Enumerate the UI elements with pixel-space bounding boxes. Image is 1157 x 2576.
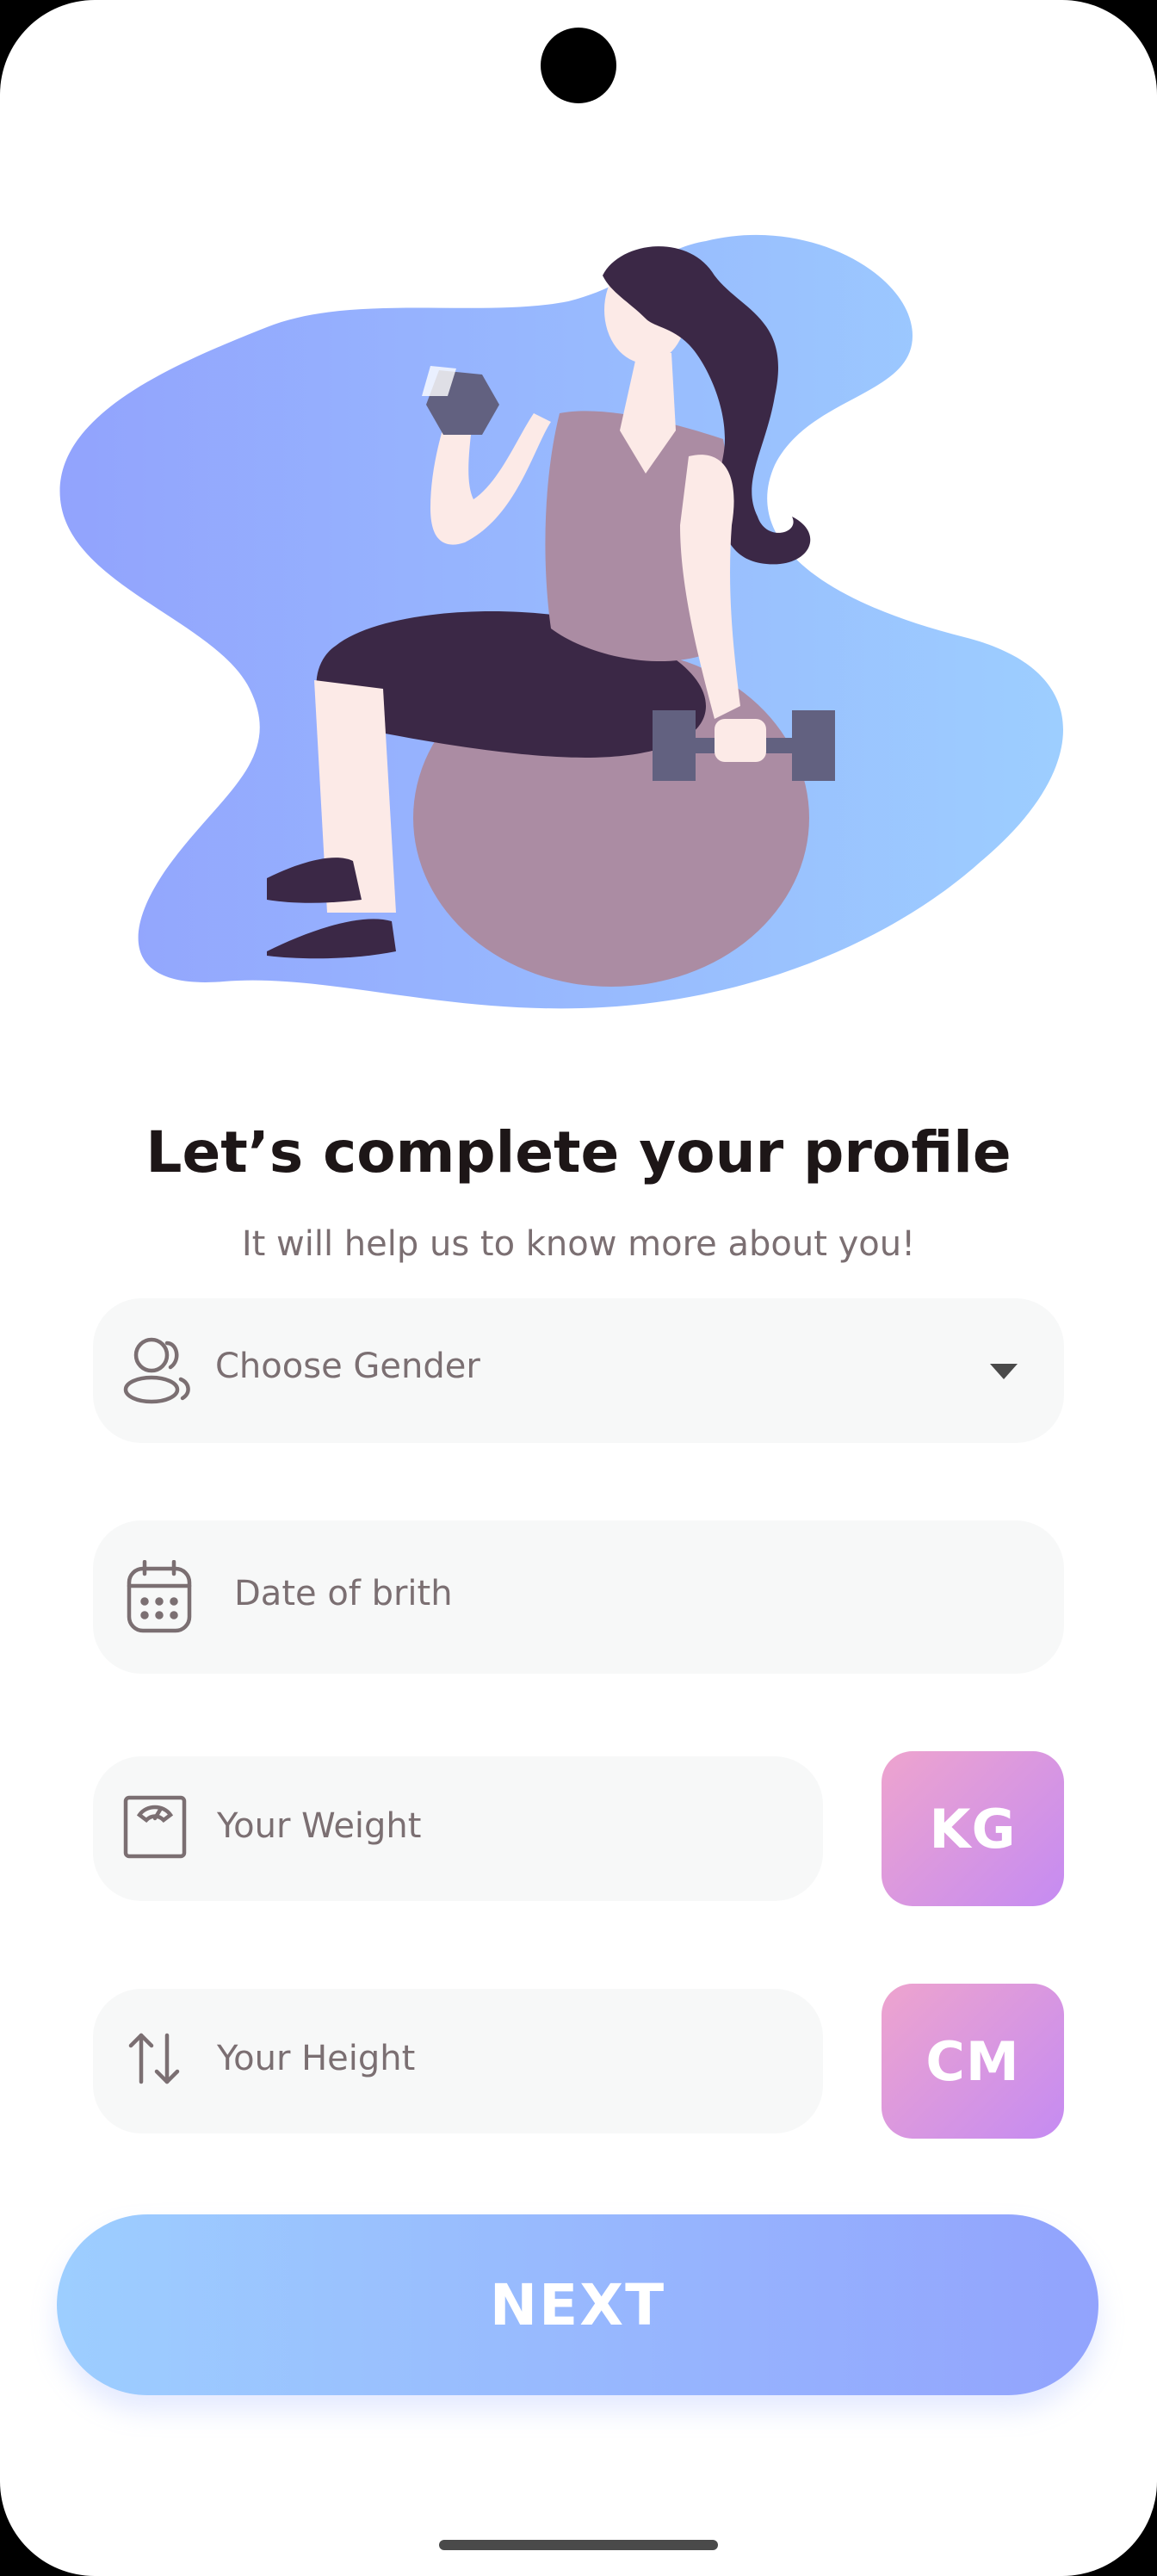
height-field[interactable]: Your Height — [93, 1989, 823, 2133]
front-camera — [541, 28, 616, 103]
fitness-illustration — [59, 234, 1063, 1009]
page-title: Let’s complete your profile — [145, 1119, 1012, 1186]
phone-screen: Let’s complete your profile It will help… — [0, 0, 1157, 2576]
scale-icon — [122, 1794, 188, 1860]
weight-unit-button[interactable]: KG — [882, 1751, 1064, 1906]
hand — [715, 719, 766, 762]
home-indicator[interactable] — [439, 2540, 718, 2550]
height-placeholder: Your Height — [217, 2039, 416, 2078]
gender-placeholder: Choose Gender — [215, 1347, 480, 1386]
two-users-icon — [121, 1336, 195, 1405]
next-button[interactable]: NEXT — [57, 2214, 1098, 2395]
dumbbell-lower-right — [792, 710, 835, 781]
date-of-birth-field[interactable]: Date of brith — [93, 1520, 1064, 1674]
dumbbell-lower-left — [653, 710, 696, 781]
gender-select[interactable]: Choose Gender — [93, 1298, 1064, 1443]
caret-down-icon[interactable] — [987, 1362, 1021, 1383]
swap-vertical-icon — [126, 2030, 183, 2087]
calendar-icon — [126, 1560, 193, 1634]
date-of-birth-placeholder: Date of brith — [234, 1574, 453, 1613]
page-subtitle: It will help us to know more about you! — [241, 1224, 916, 1264]
height-unit-button[interactable]: CM — [882, 1984, 1064, 2139]
weight-placeholder: Your Weight — [217, 1806, 422, 1846]
weight-field[interactable]: Your Weight — [93, 1756, 823, 1901]
